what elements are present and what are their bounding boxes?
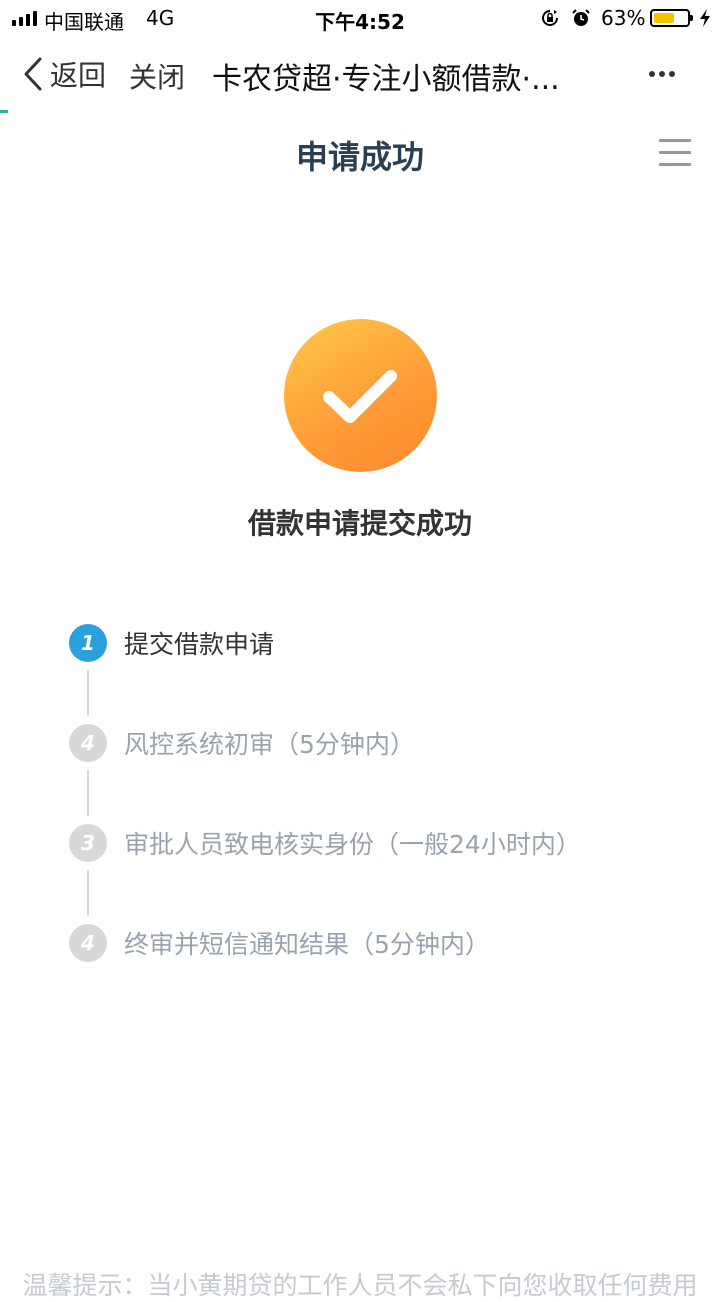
step-number-badge: 3 — [69, 824, 107, 862]
nav-bar: 返回 关闭 卡农贷超·专注小额借款·... — [0, 38, 720, 113]
rotation-lock-icon — [542, 10, 558, 26]
step-number-badge: 1 — [69, 624, 107, 662]
step-label: 提交借款申请 — [124, 630, 275, 659]
footer-tip: 温馨提示：当小黄期贷的工作人员不会私下向您收取任何费用 — [22, 1271, 698, 1300]
step-label: 风控系统初审（5分钟内） — [124, 730, 415, 759]
back-chevron-icon — [24, 57, 42, 91]
step-item-4: 4 终审并短信通知结果（5分钟内） — [69, 924, 490, 962]
page-header: 申请成功 — [0, 112, 720, 198]
hamburger-menu-icon[interactable] — [659, 139, 691, 167]
battery-level — [654, 13, 674, 23]
close-button[interactable]: 关闭 — [129, 56, 185, 96]
step-label: 审批人员致电核实身份（一般24小时内） — [124, 830, 581, 859]
alarm-icon — [572, 9, 590, 26]
page-title: 申请成功 — [295, 138, 424, 176]
step-connector — [87, 870, 89, 916]
step-label: 终审并短信通知结果（5分钟内） — [124, 930, 490, 959]
more-dots-icon[interactable] — [642, 62, 682, 86]
success-circle — [284, 319, 437, 472]
success-message: 借款申请提交成功 — [247, 507, 472, 540]
step-number-badge: 4 — [69, 724, 107, 762]
step-connector — [87, 670, 89, 716]
checkmark-icon — [323, 370, 397, 423]
status-bar: 中国联通 4G 下午4:52 63% — [0, 0, 720, 38]
charging-icon — [700, 9, 710, 27]
step-item-3: 3 审批人员致电核实身份（一般24小时内） — [69, 824, 581, 862]
step-item-1: 1 提交借款申请 — [69, 624, 274, 662]
step-connector — [87, 770, 89, 816]
nav-title: 卡农贷超·专注小额借款·... — [212, 62, 560, 97]
back-button[interactable]: 返回 — [22, 52, 106, 96]
battery-percent: 63% — [601, 6, 646, 30]
step-number-badge: 4 — [69, 924, 107, 962]
back-label: 返回 — [50, 59, 107, 92]
step-item-2: 4 风控系统初审（5分钟内） — [69, 724, 415, 762]
battery-icon — [650, 9, 693, 27]
